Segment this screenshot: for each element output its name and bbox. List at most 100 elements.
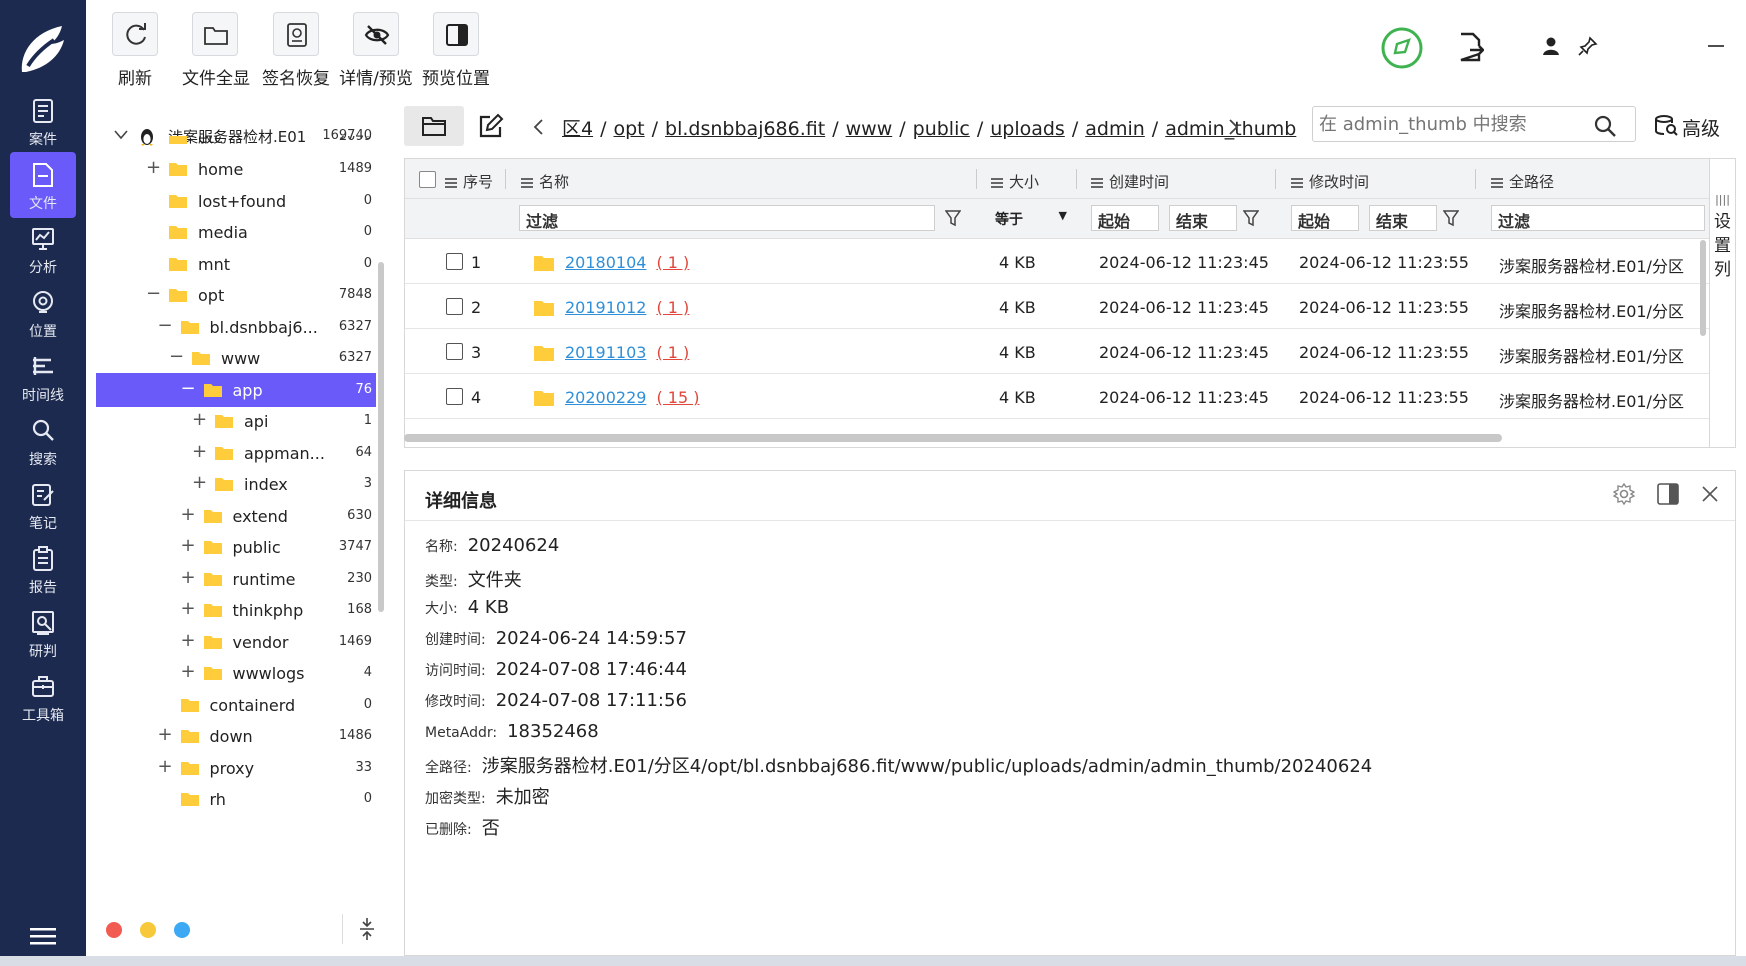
collapse-all-icon[interactable] bbox=[358, 916, 376, 942]
tree-item[interactable]: + extend 630 bbox=[96, 499, 376, 533]
tree-item[interactable]: + wwwlogs 4 bbox=[96, 656, 376, 690]
row-child-count[interactable]: ( 1 ) bbox=[656, 298, 689, 317]
tree-toggle[interactable]: + bbox=[181, 600, 196, 618]
filter-funnel-icon[interactable] bbox=[945, 209, 961, 227]
nav-item-file[interactable]: 文件 bbox=[10, 152, 76, 218]
table-row[interactable]: 3 20191103 ( 1 ) 4 KB 2024-06-12 11:23:45 202… bbox=[405, 329, 1709, 374]
breadcrumb-segment[interactable]: admin bbox=[1085, 118, 1145, 140]
tree-item[interactable]: − www 6327 bbox=[96, 341, 376, 375]
column-settings-button[interactable]: |||| 设置列 bbox=[1710, 158, 1736, 448]
tree-toggle[interactable]: − bbox=[158, 316, 173, 335]
created-start-input[interactable]: 起始 bbox=[1091, 205, 1159, 231]
tree-toggle[interactable]: − bbox=[169, 348, 184, 366]
gear-icon[interactable] bbox=[1613, 483, 1635, 505]
grid-vertical-scrollbar[interactable] bbox=[1700, 240, 1706, 336]
breadcrumb-segment[interactable]: public bbox=[913, 118, 970, 140]
export-file-icon[interactable] bbox=[1458, 32, 1484, 62]
row-child-count[interactable]: ( 15 ) bbox=[656, 388, 699, 407]
tree-toggle[interactable]: + bbox=[192, 411, 207, 429]
tree-item[interactable]: + index 3 bbox=[96, 467, 376, 501]
path-filter-input[interactable]: 过滤 bbox=[1491, 205, 1705, 231]
tree-item[interactable]: + vendor 1469 bbox=[96, 625, 376, 659]
header-modified[interactable]: 修改时间 bbox=[1291, 171, 1369, 192]
tree-item[interactable]: + home 1489 bbox=[96, 152, 376, 186]
tree-toggle[interactable]: + bbox=[158, 726, 173, 744]
table-row[interactable]: 4 20200229 ( 15 ) 4 KB 2024-06-12 11:23:45 20… bbox=[405, 374, 1709, 419]
user-icon[interactable] bbox=[1542, 36, 1560, 56]
advanced-search-button[interactable]: 高级 bbox=[1654, 110, 1734, 142]
tree-item[interactable]: rh 0 bbox=[96, 782, 376, 816]
row-name-link[interactable]: 20191103 bbox=[565, 343, 646, 362]
row-child-count[interactable]: ( 1 ) bbox=[656, 253, 689, 272]
table-row[interactable]: 1 20180104 ( 1 ) 4 KB 2024-06-12 11:23:45 202… bbox=[405, 239, 1709, 284]
tree-toggle[interactable]: + bbox=[181, 663, 196, 681]
folder-view-button[interactable] bbox=[404, 106, 464, 146]
detail-preview-button[interactable]: 详情/预览 bbox=[336, 12, 416, 92]
tree-item[interactable]: − app 76 bbox=[96, 372, 376, 407]
select-all-checkbox[interactable] bbox=[419, 171, 436, 188]
tree-toggle[interactable]: − bbox=[181, 379, 196, 398]
layout-panel-icon[interactable] bbox=[1657, 483, 1679, 505]
minimize-icon[interactable] bbox=[1706, 36, 1726, 56]
row-name-link[interactable]: 20180104 bbox=[565, 253, 646, 272]
tree-item[interactable]: + appman... 64 bbox=[96, 436, 376, 470]
yellow-dot-icon[interactable] bbox=[140, 922, 156, 938]
refresh-button[interactable]: 刷新 bbox=[112, 12, 158, 92]
row-checkbox[interactable] bbox=[446, 253, 463, 270]
tree-toggle[interactable]: + bbox=[181, 537, 196, 555]
row-child-count[interactable]: ( 1 ) bbox=[656, 343, 689, 362]
forward-chevron-icon[interactable] bbox=[1228, 118, 1240, 136]
grid-horizontal-scrollbar[interactable] bbox=[404, 434, 1502, 442]
breadcrumb-segment[interactable]: bl.dsnbbaj686.fit bbox=[665, 118, 825, 140]
nav-item-search[interactable]: 搜索 bbox=[10, 408, 76, 474]
preview-position-button[interactable]: 预览位置 bbox=[416, 12, 496, 92]
row-name-link[interactable]: 20200229 bbox=[565, 388, 646, 407]
breadcrumb-segment[interactable]: opt bbox=[614, 118, 645, 140]
tree-item[interactable]: − bl.dsnbbaj6... 6327 bbox=[96, 310, 376, 344]
nav-item-case[interactable]: 案件 bbox=[10, 88, 76, 154]
size-operator-select[interactable]: 等于 ▼ bbox=[995, 209, 1069, 229]
created-end-input[interactable]: 结束 bbox=[1169, 205, 1237, 231]
breadcrumb-segment[interactable]: www bbox=[846, 118, 893, 140]
signature-recover-button[interactable]: 签名恢复 bbox=[258, 12, 334, 92]
row-checkbox[interactable] bbox=[446, 298, 463, 315]
row-checkbox[interactable] bbox=[446, 388, 463, 405]
tree-toggle[interactable]: + bbox=[181, 568, 196, 587]
nav-item-toolbox[interactable]: 工具箱 bbox=[10, 664, 76, 730]
tree-toggle[interactable]: + bbox=[181, 631, 196, 650]
tree-item[interactable]: lost+found 0 bbox=[96, 184, 376, 218]
search-icon[interactable] bbox=[1593, 114, 1617, 138]
back-chevron-icon[interactable] bbox=[532, 118, 544, 136]
modified-end-input[interactable]: 结束 bbox=[1369, 205, 1437, 231]
tree-item[interactable]: mnt 0 bbox=[96, 247, 376, 281]
tree-toggle[interactable]: + bbox=[146, 159, 161, 177]
tree-item[interactable]: media 0 bbox=[96, 215, 376, 249]
breadcrumb-segment[interactable]: uploads bbox=[990, 118, 1065, 140]
filter-funnel-icon[interactable] bbox=[1243, 209, 1259, 227]
tree-item[interactable]: + down 1486 bbox=[96, 719, 376, 753]
nav-item-timeline[interactable]: 时间线 bbox=[10, 344, 76, 410]
tree-toggle[interactable]: + bbox=[192, 474, 207, 492]
tree-scrollbar[interactable] bbox=[378, 262, 384, 612]
tree-toggle[interactable]: + bbox=[158, 757, 173, 776]
nav-item-location[interactable]: 位置 bbox=[10, 280, 76, 346]
tree-toggle[interactable]: − bbox=[146, 285, 161, 303]
close-icon[interactable] bbox=[1701, 485, 1719, 503]
tree-item[interactable]: − opt 7848 bbox=[96, 278, 376, 312]
nav-item-note[interactable]: 笔记 bbox=[10, 472, 76, 538]
show-all-files-button[interactable]: 文件全显 bbox=[176, 12, 256, 92]
tree-item[interactable]: containerd 0 bbox=[96, 688, 376, 722]
tree-item[interactable]: + thinkphp 168 bbox=[96, 593, 376, 627]
row-checkbox[interactable] bbox=[446, 343, 463, 360]
tree-toggle[interactable]: + bbox=[192, 442, 207, 461]
edit-icon[interactable] bbox=[478, 113, 504, 139]
status-shield-icon[interactable] bbox=[1380, 26, 1424, 70]
tree-toggle[interactable]: + bbox=[181, 505, 196, 524]
red-dot-icon[interactable] bbox=[106, 922, 122, 938]
modified-start-input[interactable]: 起始 bbox=[1291, 205, 1359, 231]
blue-dot-icon[interactable] bbox=[174, 922, 190, 938]
row-name-link[interactable]: 20191012 bbox=[565, 298, 646, 317]
tree-item[interactable]: etc 2099 bbox=[96, 136, 376, 152]
nav-item-analysis[interactable]: 分析 bbox=[10, 216, 76, 282]
header-name[interactable]: 名称 bbox=[521, 171, 569, 192]
